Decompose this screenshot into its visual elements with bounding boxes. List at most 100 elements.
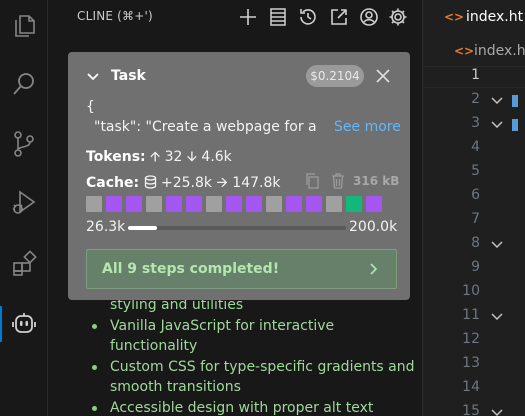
context-cell: [306, 196, 322, 212]
tab-label: index.ht: [466, 9, 524, 25]
list-item: Accessible design with proper alt text: [88, 398, 418, 416]
cline-button[interactable]: [0, 300, 48, 348]
fold-chevron-icon[interactable]: [490, 238, 504, 252]
history-button[interactable]: [298, 7, 318, 27]
context-used: 26.3k: [86, 219, 126, 235]
context-cell: [226, 196, 242, 212]
line-number: 11: [462, 307, 480, 323]
fold-chevron-icon[interactable]: [490, 94, 504, 108]
editor-tab-bar: <> index.ht: [424, 0, 525, 35]
extensions-button[interactable]: [0, 240, 48, 288]
context-cell: [246, 196, 262, 212]
cache-label: Cache:: [86, 175, 140, 191]
context-cell: [326, 196, 342, 212]
arrow-up-icon: 🡩: [150, 149, 161, 165]
line-number: 14: [462, 379, 480, 395]
line-number: 12: [462, 331, 480, 347]
copy-icon[interactable]: [304, 172, 320, 190]
search-icon: [13, 73, 34, 95]
cache-write: +25.8k: [161, 175, 213, 191]
bullet-icon: [92, 365, 97, 370]
task-size: 316 kB: [353, 174, 400, 188]
history-icon: [300, 9, 316, 25]
context-max: 200.0k: [349, 219, 398, 235]
server-icon: [270, 8, 286, 26]
tokens-in: 32: [164, 149, 183, 165]
cost-badge: $0.2104: [306, 65, 364, 87]
line-number: 7: [471, 211, 480, 227]
context-cell: [86, 196, 102, 212]
code-fragment: [512, 95, 518, 107]
editor-area: <> index.ht <> index.ht 1234567891011121…: [424, 0, 525, 416]
bullet-icon: [92, 406, 97, 411]
activity-bar: [0, 0, 48, 416]
task-text-clip: "task": "Create a webpage for a: [86, 119, 328, 139]
list-item: Custom CSS for type-specific gradients a…: [88, 357, 418, 397]
task-title: Task: [111, 68, 146, 84]
collapse-task-chevron-icon[interactable]: [86, 70, 100, 84]
fold-chevron-icon[interactable]: [490, 310, 504, 324]
mcp-servers-button[interactable]: [268, 7, 288, 27]
context-progress-fill: [128, 226, 157, 230]
steps-completed-banner[interactable]: All 9 steps completed!: [86, 249, 397, 289]
plus-icon: [240, 9, 256, 25]
task-text: "task": "Create a webpage for a: [94, 119, 317, 135]
tokens-label: Tokens:: [86, 149, 146, 165]
external-link-icon: [331, 9, 347, 25]
tokens-row: Tokens: 🡩 32 🡫 4.6k: [86, 146, 232, 170]
database-icon: [144, 175, 156, 189]
settings-button[interactable]: [388, 7, 408, 27]
account-icon: [360, 8, 378, 26]
html-file-icon: <>: [444, 10, 465, 24]
delete-icon[interactable]: [331, 172, 345, 189]
search-button[interactable]: [0, 60, 48, 108]
line-number: 2: [471, 91, 480, 107]
close-task-button[interactable]: [374, 66, 392, 86]
cline-robot-icon: [12, 313, 36, 333]
chevron-right-icon: [370, 263, 378, 275]
context-cell: [266, 196, 282, 212]
context-cell: [186, 196, 202, 212]
fold-chevron-icon[interactable]: [490, 406, 504, 416]
task-json-open: {: [86, 99, 95, 115]
gear-icon: [389, 8, 407, 26]
bullet-icon: [92, 324, 97, 329]
tokens-out: 4.6k: [201, 149, 232, 165]
line-number: 3: [471, 115, 480, 131]
account-button[interactable]: [359, 7, 379, 27]
arrow-down-icon: 🡫: [186, 149, 197, 165]
line-number: 8: [471, 235, 480, 251]
line-number: 9: [471, 259, 480, 275]
context-cell: [346, 196, 362, 212]
tab-index-html[interactable]: <> index.ht: [424, 0, 525, 35]
see-more-link[interactable]: See more: [328, 119, 401, 135]
context-cell: [366, 196, 382, 212]
breadcrumb[interactable]: index.ht: [474, 43, 525, 59]
line-number: 1: [471, 67, 480, 83]
fold-chevron-icon[interactable]: [490, 118, 504, 132]
new-task-button[interactable]: [238, 7, 258, 27]
breadcrumb-file-icon: <>: [454, 44, 475, 58]
context-cell: [286, 196, 302, 212]
context-cell: [106, 196, 122, 212]
panel-header: CLINE (⌘+'): [48, 0, 422, 34]
line-number: 6: [471, 187, 480, 203]
panel-title: CLINE (⌘+'): [77, 9, 153, 23]
cache-row: Cache: +25.8k 🡪 147.8k: [86, 172, 280, 196]
open-in-editor-button[interactable]: [329, 7, 349, 27]
arrow-right-icon: 🡪: [216, 175, 228, 191]
explorer-button[interactable]: [0, 2, 48, 50]
source-control-button[interactable]: [0, 120, 48, 168]
line-number: 13: [462, 355, 480, 371]
response-bullet-list: styling and utilities Vanilla JavaScript…: [88, 296, 418, 416]
run-debug-button[interactable]: [0, 178, 48, 226]
files-icon: [15, 15, 35, 37]
code-fragment: [512, 119, 518, 131]
context-progress-track: [128, 226, 346, 230]
context-cell: [126, 196, 142, 212]
line-number: 4: [471, 139, 480, 155]
context-cell: [206, 196, 222, 212]
line-number: 5: [471, 163, 480, 179]
context-cells: [86, 196, 382, 212]
run-debug-icon: [13, 190, 36, 214]
